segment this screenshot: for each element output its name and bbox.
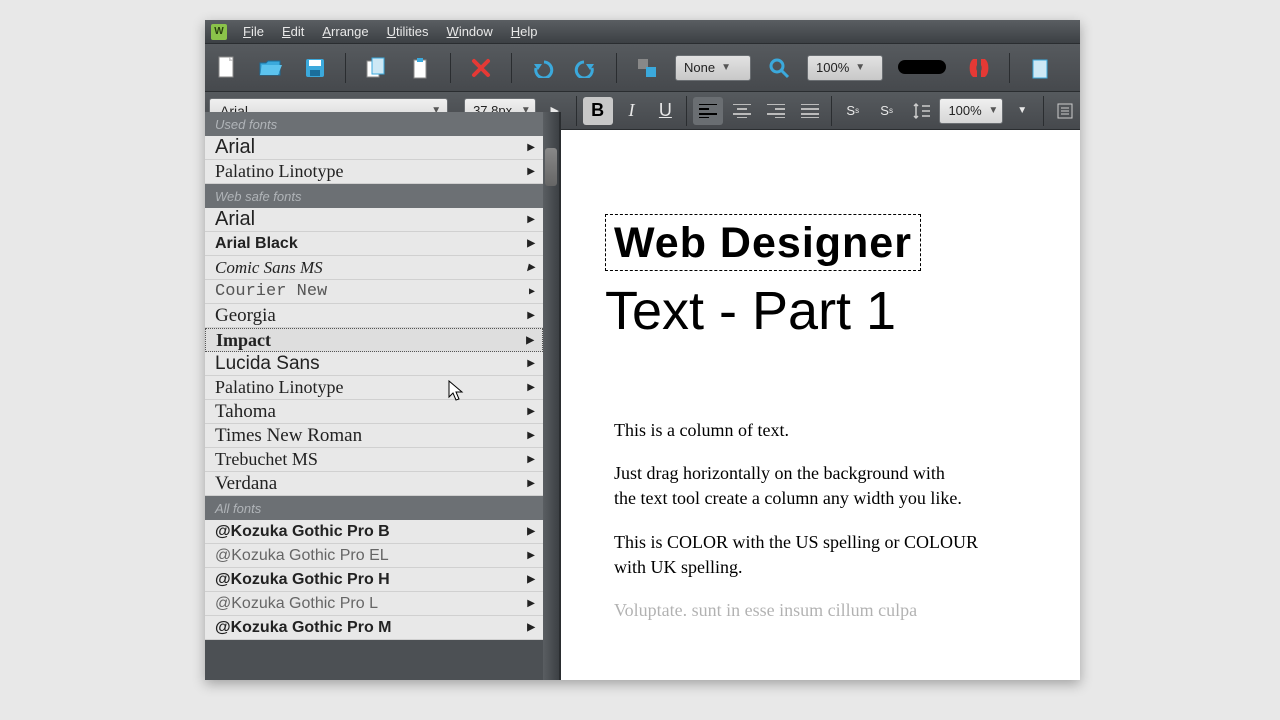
paragraph: Just drag horizontally on the background… [614,461,1004,511]
scrollbar[interactable] [543,112,559,680]
align-justify-button[interactable] [795,97,825,125]
submenu-arrow-icon: ▶ [529,286,535,298]
font-dropdown: Used fonts Arial▶ Palatino Linotype▶ Web… [205,112,561,680]
zoom-value: 100% [816,60,849,75]
submenu-arrow-icon: ▶ [526,335,534,346]
chevron-down-icon: ▼ [855,62,865,73]
font-option-impact[interactable]: Impact▶ [205,328,543,352]
save-icon[interactable] [299,53,331,83]
font-option-courier-new[interactable]: Courier New▶ [205,280,543,304]
font-option-kozuka-m[interactable]: @Kozuka Gothic Pro M▶ [205,616,543,640]
magnet-icon[interactable] [963,53,995,83]
submenu-arrow-icon: ▶ [527,430,535,441]
submenu-arrow-icon: ▶ [527,406,535,417]
font-option-arial[interactable]: Arial▶ [205,208,543,232]
dropdown-section-used: Used fonts [205,112,543,136]
submenu-arrow-icon: ▶ [527,142,535,153]
paste-icon[interactable] [404,53,436,83]
font-option-kozuka-b[interactable]: @Kozuka Gothic Pro B▶ [205,520,543,544]
body-text-column[interactable]: This is a column of text. Just drag hori… [614,418,1004,641]
paragraph: This is COLOR with the US spelling or CO… [614,530,1004,580]
chevron-down-icon: ▼ [988,105,998,116]
delete-icon[interactable] [465,53,497,83]
align-center-button[interactable] [727,97,757,125]
font-option-kozuka-h[interactable]: @Kozuka Gothic Pro H▶ [205,568,543,592]
dropdown-section-all: All fonts [205,496,543,520]
submenu-arrow-icon: ▶ [527,214,535,225]
font-option-palatino[interactable]: Palatino Linotype▶ [205,160,543,184]
font-option-tahoma[interactable]: Tahoma▶ [205,400,543,424]
font-option-comic-sans[interactable]: Comic Sans MS▶ [205,256,543,280]
align-left-button[interactable] [693,97,723,125]
font-option-kozuka-el[interactable]: @Kozuka Gothic Pro EL▶ [205,544,543,568]
submenu-arrow-icon: ▶ [527,262,535,273]
font-option-georgia[interactable]: Georgia▶ [205,304,543,328]
bold-button[interactable]: B [583,97,613,125]
font-option-lucida-sans[interactable]: Lucida Sans▶ [205,352,543,376]
app-logo-icon: W [211,24,227,40]
line-spacing-combo[interactable]: 100% ▼ [939,98,1003,124]
menu-window[interactable]: Window [439,22,501,41]
menu-bar: File Edit Arrange Utilities Window Help [235,22,546,41]
app-window: W File Edit Arrange Utilities Window Hel… [205,20,1080,680]
selected-text-frame[interactable]: Web Designer [605,214,921,271]
chevron-down-icon: ▼ [721,62,731,73]
subtitle-text: Text - Part 1 [605,280,896,342]
export-icon[interactable] [1024,53,1056,83]
menu-file[interactable]: File [235,22,272,41]
submenu-arrow-icon: ▶ [527,574,535,585]
font-option-times-new-roman[interactable]: Times New Roman▶ [205,424,543,448]
line-spacing-value: 100% [948,103,981,118]
text-block-icon[interactable] [1050,97,1080,125]
submenu-arrow-icon: ▶ [527,310,535,321]
submenu-arrow-icon: ▶ [527,478,535,489]
menu-help[interactable]: Help [503,22,546,41]
submenu-arrow-icon: ▶ [527,238,535,249]
snap-combo[interactable]: None ▼ [675,55,751,81]
font-option-kozuka-l[interactable]: @Kozuka Gothic Pro L▶ [205,592,543,616]
submenu-arrow-icon: ▶ [527,382,535,393]
open-folder-icon[interactable] [255,53,287,83]
submenu-arrow-icon: ▶ [527,166,535,177]
zoom-tool-icon[interactable] [763,53,795,83]
dropdown-section-websafe: Web safe fonts [205,184,543,208]
superscript-button[interactable]: Ss [838,97,868,125]
submenu-arrow-icon: ▶ [527,550,535,561]
new-document-icon[interactable] [211,53,243,83]
subscript-button[interactable]: Ss [872,97,902,125]
snap-value: None [684,60,715,75]
submenu-arrow-icon: ▶ [527,454,535,465]
font-option-arial[interactable]: Arial▶ [205,136,543,160]
italic-button[interactable]: I [617,97,647,125]
menu-utilities[interactable]: Utilities [379,22,437,41]
undo-icon[interactable] [526,53,558,83]
title-bar: W File Edit Arrange Utilities Window Hel… [205,20,1080,44]
submenu-arrow-icon: ▶ [527,526,535,537]
font-option-palatino[interactable]: Palatino Linotype▶ [205,376,543,400]
font-option-verdana[interactable]: Verdana▶ [205,472,543,496]
scrollbar-thumb[interactable] [545,148,557,186]
main-toolbar: None ▼ 100% ▼ [205,44,1080,92]
menu-arrange[interactable]: Arrange [314,22,376,41]
font-option-arial-black[interactable]: Arial Black▶ [205,232,543,256]
menu-edit[interactable]: Edit [274,22,312,41]
color-swatch[interactable] [895,53,951,83]
copy-icon[interactable] [360,53,392,83]
paragraph: This is a column of text. [614,418,1004,443]
align-right-button[interactable] [761,97,791,125]
submenu-arrow-icon: ▶ [527,358,535,369]
submenu-arrow-icon: ▶ [527,598,535,609]
snap-icon[interactable] [631,53,663,83]
canvas[interactable]: Web Designer Text - Part 1 This is a col… [560,130,1080,680]
paragraph: Voluptate. sunt in esse insum cillum cul… [614,598,1004,623]
title-text: Web Designer [614,219,912,268]
submenu-arrow-icon: ▶ [527,622,535,633]
underline-button[interactable]: U [650,97,680,125]
font-option-trebuchet-ms[interactable]: Trebuchet MS▶ [205,448,543,472]
redo-icon[interactable] [570,53,602,83]
spacing-stepper-icon[interactable]: ▼ [1007,97,1037,125]
zoom-combo[interactable]: 100% ▼ [807,55,883,81]
line-spacing-icon[interactable] [906,97,936,125]
